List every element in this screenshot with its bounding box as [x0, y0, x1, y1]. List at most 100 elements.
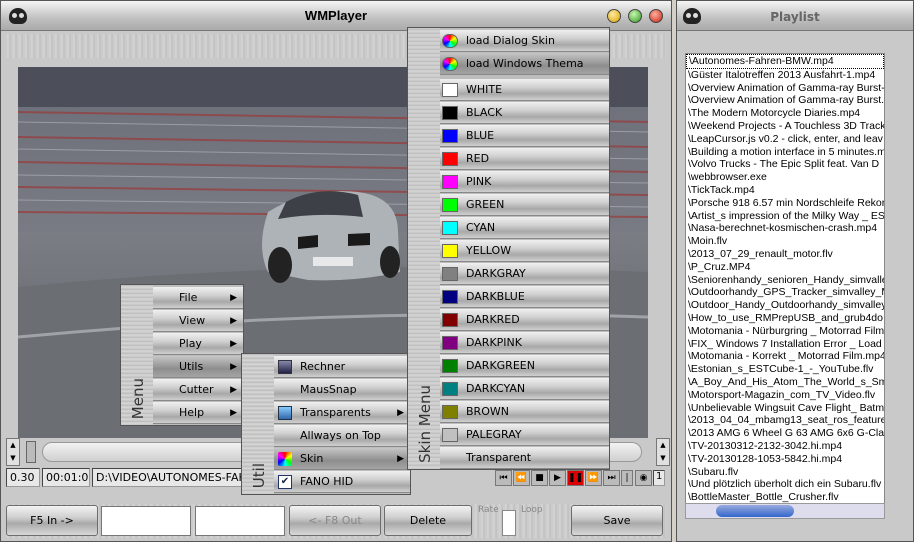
- playlist-item[interactable]: \Nasa-berechnet-kosmischen-crash.mp4: [686, 222, 884, 235]
- util-item-allways-on-top[interactable]: Allways on Top: [274, 425, 410, 447]
- menu-item-view[interactable]: View ▶: [153, 310, 243, 332]
- skin-item-darkgray[interactable]: DARKGRAY: [440, 263, 609, 285]
- skin-item-black[interactable]: BLACK: [440, 102, 609, 124]
- skin-item-pink[interactable]: PINK: [440, 171, 609, 193]
- skin-item-brown[interactable]: BROWN: [440, 401, 609, 423]
- menu-item-utils[interactable]: Utils ▶: [153, 356, 243, 378]
- playlist-item[interactable]: \How_to_use_RMPrepUSB_and_grub4do: [686, 312, 884, 325]
- speaker-icon[interactable]: ◉: [635, 470, 652, 486]
- playlist-item[interactable]: \Motorsport-Magazin_com_TV_Video.flv: [686, 389, 884, 402]
- playlist-item[interactable]: \P_Cruz.MP4: [686, 261, 884, 274]
- rewind-icon[interactable]: ⏪: [513, 470, 530, 486]
- playlist-item[interactable]: \Seniorenhandy_senioren_Handy_simvalle: [686, 274, 884, 287]
- playlist-item[interactable]: \Subaru.flv: [686, 466, 884, 479]
- fast-forward-icon[interactable]: ⏩: [585, 470, 602, 486]
- playlist-item[interactable]: \webbrowser.exe: [686, 171, 884, 184]
- playlist-item[interactable]: \Overview Animation of Gamma-ray Burst.m: [686, 94, 884, 107]
- stop-icon[interactable]: ■: [531, 470, 548, 486]
- menu-item-label: Cutter: [179, 383, 214, 396]
- skin-item-transparent[interactable]: Transparent: [440, 447, 609, 469]
- playlist-item[interactable]: \Overview Animation of Gamma-ray Burst-1: [686, 82, 884, 95]
- menu-item-help[interactable]: Help ▶: [153, 402, 243, 424]
- skin-item-yellow[interactable]: YELLOW: [440, 240, 609, 262]
- playlist-item[interactable]: \The Modern Motorcycle Diaries.mp4: [686, 107, 884, 120]
- util-item-maussnap[interactable]: MausSnap: [274, 379, 410, 401]
- skin-item-red[interactable]: RED: [440, 148, 609, 170]
- scrollbar-thumb[interactable]: [716, 505, 794, 517]
- menu-sidebar: Menu: [121, 285, 153, 425]
- play-icon[interactable]: ▶: [549, 470, 566, 486]
- playlist-item[interactable]: \Outdoor_Handy_Outdoorhandy_simvalley: [686, 299, 884, 312]
- minimize-button[interactable]: [607, 9, 621, 23]
- skin-item-darkblue[interactable]: DARKBLUE: [440, 286, 609, 308]
- util-item-rechner[interactable]: Rechner: [274, 356, 410, 378]
- f8-out-button[interactable]: <- F8 Out: [289, 505, 381, 536]
- rate-slider[interactable]: [502, 510, 516, 536]
- playlist-item[interactable]: \Motomania - Nürburgring _ Motorrad Film…: [686, 325, 884, 338]
- menu-item-file[interactable]: File ▶: [153, 287, 243, 309]
- seek-spin-right[interactable]: ▲ ▼: [656, 438, 670, 466]
- skin-item-load-windows-thema[interactable]: load Windows Thema: [440, 53, 609, 75]
- skin-item-palegray[interactable]: PALEGRAY: [440, 424, 609, 446]
- skin-item-load-dialog-skin[interactable]: load Dialog Skin: [440, 30, 609, 52]
- playlist-item[interactable]: \A_Boy_And_His_Atom_The_World_s_Sm: [686, 376, 884, 389]
- f5-in-button[interactable]: F5 In ->: [6, 505, 98, 536]
- skip-end-icon[interactable]: ⏭: [603, 470, 620, 486]
- skin-item-darkred[interactable]: DARKRED: [440, 309, 609, 331]
- playlist-item[interactable]: \BottleMaster_Bottle_Crusher.flv: [686, 491, 884, 504]
- playlist-item[interactable]: \Autonomes-Fahren-BMW.mp4: [686, 54, 884, 69]
- skin-item-darkpink[interactable]: DARKPINK: [440, 332, 609, 354]
- menu-item-play[interactable]: Play ▶: [153, 333, 243, 355]
- out-time-field[interactable]: [195, 506, 285, 536]
- util-item-transparents[interactable]: Transparents ▶: [274, 402, 410, 424]
- playlist-item[interactable]: \Outdoorhandy_GPS_Tracker_simvalley_M: [686, 286, 884, 299]
- playlist-item[interactable]: \FIX_ Windows 7 Installation Error _ Loa…: [686, 338, 884, 351]
- util-submenu: Util Rechner MausSnap Transparents ▶ Allways…: [241, 353, 411, 495]
- color-swatch: [442, 152, 458, 166]
- in-time-field[interactable]: [101, 506, 191, 536]
- playlist-title-bar[interactable]: Playlist: [677, 1, 913, 31]
- pause-icon[interactable]: ❚❚: [567, 470, 584, 486]
- playlist-scrollbar[interactable]: [685, 503, 885, 519]
- maximize-button[interactable]: [628, 9, 642, 23]
- seek-spin-left[interactable]: ▲ ▼: [6, 438, 20, 466]
- playlist-item[interactable]: \Und plötzlich überholt dich ein Subaru.…: [686, 478, 884, 491]
- playlist-item[interactable]: \TV-20130312-2132-3042.hi.mp4: [686, 440, 884, 453]
- skin-item-darkgreen[interactable]: DARKGREEN: [440, 355, 609, 377]
- playlist-item[interactable]: \TV-20130128-1053-5842.hi.mp4: [686, 453, 884, 466]
- playlist-list[interactable]: \Autonomes-Fahren-BMW.mp4 \Güster Italotr…: [685, 53, 885, 515]
- color-swatch: [442, 290, 458, 304]
- playlist-item[interactable]: \2013 AMG 6 Wheel G 63 AMG 6x6 G-Cla: [686, 427, 884, 440]
- playlist-item[interactable]: \Güster Italotreffen 2013 Ausfahrt-1.mp4: [686, 69, 884, 82]
- frame-step-icon[interactable]: |: [621, 470, 633, 486]
- skin-sidebar: Skin Menu: [408, 28, 440, 469]
- skin-item-cyan[interactable]: CYAN: [440, 217, 609, 239]
- skin-item-blue[interactable]: BLUE: [440, 125, 609, 147]
- save-button[interactable]: Save: [571, 505, 663, 536]
- playlist-item[interactable]: \Artist_s impression of the Milky Way _ …: [686, 210, 884, 223]
- checkbox-icon: ✔: [278, 475, 292, 489]
- playlist-item[interactable]: \Unbelievable Wingsuit Cave Flight_ Batm: [686, 402, 884, 415]
- playlist-item[interactable]: \Moin.flv: [686, 235, 884, 248]
- seek-thumb[interactable]: [26, 441, 36, 463]
- playlist-item[interactable]: \Volvo Trucks - The Epic Split feat. Van…: [686, 158, 884, 171]
- util-item-label: Skin: [300, 452, 324, 465]
- playlist-item[interactable]: \Porsche 918 6.57 min Nordschleife Rekor: [686, 197, 884, 210]
- util-item-fano-hid[interactable]: ✔ FANO HID: [274, 471, 410, 493]
- playlist-item[interactable]: \2013_04_04_mbamg13_seat_ros_feature: [686, 414, 884, 427]
- menu-item-cutter[interactable]: Cutter ▶: [153, 379, 243, 401]
- playlist-item[interactable]: \LeapCursor.js v0.2 - click, enter, and …: [686, 133, 884, 146]
- playlist-item[interactable]: \Building a motion interface in 5 minute…: [686, 146, 884, 159]
- playlist-item[interactable]: \Estonian_s_ESTCube-1_-_YouTube.flv: [686, 363, 884, 376]
- util-item-skin[interactable]: Skin ▶: [274, 448, 410, 470]
- skin-item-green[interactable]: GREEN: [440, 194, 609, 216]
- skin-item-darkcyan[interactable]: DARKCYAN: [440, 378, 609, 400]
- playlist-item[interactable]: \2013_07_29_renault_motor.flv: [686, 248, 884, 261]
- delete-button[interactable]: Delete: [384, 505, 472, 536]
- playlist-item[interactable]: \Motomania - Korrekt _ Motorrad Film.mp4: [686, 350, 884, 363]
- skip-start-icon[interactable]: ⏮: [495, 470, 512, 486]
- playlist-item[interactable]: \Weekend Projects - A Touchless 3D Track: [686, 120, 884, 133]
- playlist-item[interactable]: \TickTack.mp4: [686, 184, 884, 197]
- skin-item-white[interactable]: WHITE: [440, 79, 609, 101]
- close-button[interactable]: [649, 9, 663, 23]
